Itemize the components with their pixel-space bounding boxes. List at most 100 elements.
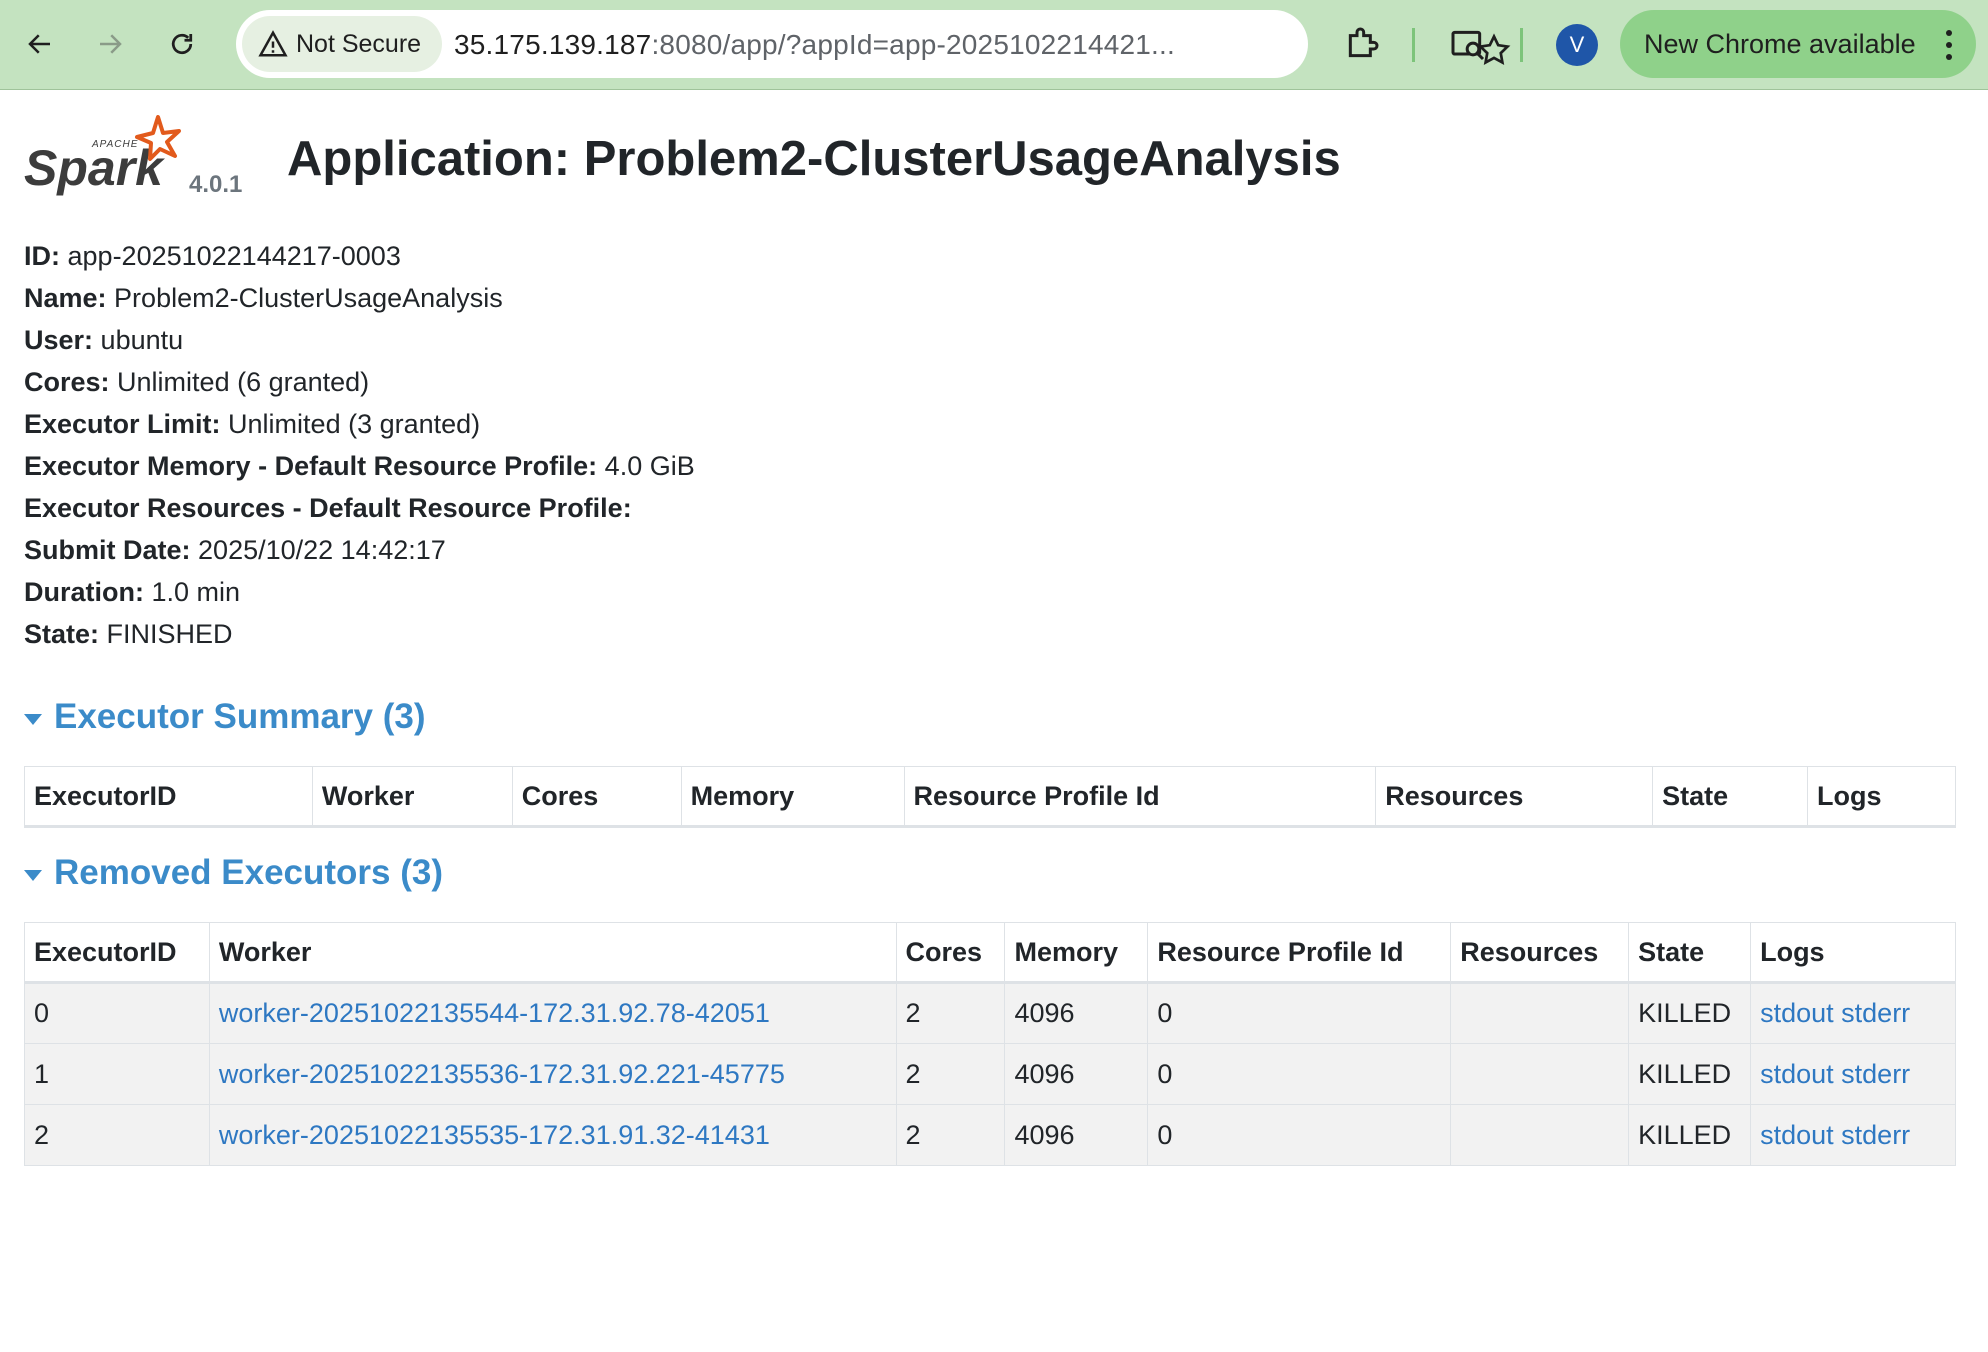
- url-text: 35.175.139.187:8080/app/?appId=app-20251…: [454, 29, 1175, 61]
- column-header-resource-profile-id[interactable]: Resource Profile Id: [1147, 922, 1452, 984]
- table-row: 1 worker-20251022135536-172.31.92.221-45…: [24, 1043, 1956, 1105]
- resource-profile-cell: 0: [1147, 982, 1452, 1044]
- info-item-user: User: ubuntu: [24, 319, 695, 361]
- cores-cell: 2: [895, 1043, 1006, 1105]
- column-header-cores[interactable]: Cores: [511, 766, 682, 828]
- back-arrow-icon: [28, 34, 50, 54]
- update-chrome-label: New Chrome available: [1644, 28, 1916, 59]
- info-item-name: Name: Problem2-ClusterUsageAnalysis: [24, 277, 695, 319]
- resources-cell: [1450, 1043, 1630, 1105]
- info-label: User:: [24, 325, 94, 355]
- executor-id-cell: 0: [24, 982, 210, 1044]
- more-menu-icon[interactable]: [1946, 30, 1954, 66]
- info-value: Problem2-ClusterUsageAnalysis: [114, 283, 503, 313]
- executor-id-cell: 1: [24, 1043, 210, 1105]
- resources-cell: [1450, 982, 1630, 1044]
- info-label: State:: [24, 619, 100, 649]
- info-item-state: State: FINISHED: [24, 613, 695, 655]
- column-header-state[interactable]: State: [1628, 922, 1752, 984]
- info-label: Executor Limit:: [24, 409, 221, 439]
- collapse-arrow-icon: [24, 869, 42, 881]
- column-header-executor-id[interactable]: ExecutorID: [24, 766, 313, 828]
- worker-cell: worker-20251022135536-172.31.92.221-4577…: [208, 1043, 897, 1105]
- info-label: Executor Resources - Default Resource Pr…: [24, 493, 632, 523]
- cores-cell: 2: [895, 1104, 1006, 1166]
- column-header-memory[interactable]: Memory: [1004, 922, 1149, 984]
- reload-icon: [171, 33, 193, 55]
- column-header-resources[interactable]: Resources: [1450, 922, 1630, 984]
- executor-summary-table: ExecutorID Worker Cores Memory Resource …: [24, 766, 1956, 828]
- column-header-worker[interactable]: Worker: [208, 922, 897, 984]
- info-label: Submit Date:: [24, 535, 191, 565]
- info-label: Executor Memory - Default Resource Profi…: [24, 451, 598, 481]
- column-header-resources[interactable]: Resources: [1375, 766, 1654, 828]
- state-cell: KILLED: [1628, 1104, 1752, 1166]
- worker-link[interactable]: worker-20251022135536-172.31.92.221-4577…: [219, 1059, 785, 1089]
- column-header-state[interactable]: State: [1652, 766, 1809, 828]
- removed-executors-title: Removed Executors (3): [54, 853, 444, 892]
- stdout-link[interactable]: stdout: [1760, 998, 1834, 1028]
- spark-logo-icon[interactable]: APACHE Spark: [22, 115, 182, 197]
- address-bar[interactable]: Not Secure 35.175.139.187:8080/app/?appI…: [236, 10, 1511, 78]
- info-item-executor-memory: Executor Memory - Default Resource Profi…: [24, 445, 695, 487]
- forward-button[interactable]: [82, 16, 138, 72]
- info-value: Unlimited (6 granted): [117, 367, 370, 397]
- info-value: FINISHED: [106, 619, 233, 649]
- info-value: 1.0 min: [151, 577, 241, 607]
- removed-executors-toggle[interactable]: Removed Executors (3): [24, 853, 443, 893]
- search-tabs-icon[interactable]: [1448, 24, 1488, 64]
- column-header-resource-profile-id[interactable]: Resource Profile Id: [903, 766, 1377, 828]
- logs-cell: stdout stderr: [1750, 982, 1956, 1044]
- column-header-worker[interactable]: Worker: [311, 766, 513, 828]
- toolbar-divider: [1520, 28, 1523, 62]
- info-value: app-20251022144217-0003: [67, 241, 401, 271]
- executor-summary-toggle[interactable]: Executor Summary (3): [24, 697, 426, 737]
- cores-cell: 2: [895, 982, 1006, 1044]
- info-item-cores: Cores: Unlimited (6 granted): [24, 361, 695, 403]
- info-value: Unlimited (3 granted): [228, 409, 481, 439]
- info-label: Name:: [24, 283, 107, 313]
- info-item-submit-date: Submit Date: 2025/10/22 14:42:17: [24, 529, 695, 571]
- stdout-link[interactable]: stdout: [1760, 1059, 1834, 1089]
- browser-toolbar: Not Secure 35.175.139.187:8080/app/?appI…: [0, 0, 1988, 90]
- memory-cell: 4096: [1004, 982, 1149, 1044]
- profile-avatar[interactable]: V: [1556, 24, 1598, 66]
- update-chrome-button[interactable]: New Chrome available: [1620, 10, 1976, 78]
- worker-link[interactable]: worker-20251022135535-172.31.91.32-41431: [219, 1120, 770, 1150]
- spark-app-page: APACHE Spark 4.0.1 Application: Problem2…: [0, 91, 1988, 1352]
- removed-executors-table: ExecutorID Worker Cores Memory Resource …: [24, 922, 1956, 1166]
- stdout-link[interactable]: stdout: [1760, 1120, 1834, 1150]
- info-value: 2025/10/22 14:42:17: [198, 535, 446, 565]
- stderr-link[interactable]: stderr: [1841, 998, 1910, 1028]
- info-label: Duration:: [24, 577, 144, 607]
- logs-cell: stdout stderr: [1750, 1104, 1956, 1166]
- url-path: :8080/app/?appId=app-2025102214421...: [651, 29, 1175, 60]
- info-item-duration: Duration: 1.0 min: [24, 571, 695, 613]
- executor-summary-title: Executor Summary (3): [54, 697, 426, 736]
- info-item-id: ID: app-20251022144217-0003: [24, 235, 695, 277]
- security-chip[interactable]: Not Secure: [242, 16, 442, 72]
- column-header-executor-id[interactable]: ExecutorID: [24, 922, 210, 984]
- extensions-puzzle-icon[interactable]: [1342, 24, 1382, 64]
- resources-cell: [1450, 1104, 1630, 1166]
- collapse-arrow-icon: [24, 713, 42, 725]
- reload-button[interactable]: [154, 16, 210, 72]
- table-header-row: ExecutorID Worker Cores Memory Resource …: [24, 922, 1956, 984]
- worker-cell: worker-20251022135535-172.31.91.32-41431: [208, 1104, 897, 1166]
- column-header-memory[interactable]: Memory: [680, 766, 905, 828]
- memory-cell: 4096: [1004, 1043, 1149, 1105]
- resource-profile-cell: 0: [1147, 1043, 1452, 1105]
- url-host: 35.175.139.187: [454, 29, 652, 60]
- stderr-link[interactable]: stderr: [1841, 1120, 1910, 1150]
- stderr-link[interactable]: stderr: [1841, 1059, 1910, 1089]
- column-header-logs[interactable]: Logs: [1807, 766, 1956, 828]
- column-header-logs[interactable]: Logs: [1750, 922, 1956, 984]
- info-label: Cores:: [24, 367, 110, 397]
- spark-version: 4.0.1: [189, 171, 243, 198]
- table-row: 0 worker-20251022135544-172.31.92.78-420…: [24, 982, 1956, 1044]
- column-header-cores[interactable]: Cores: [895, 922, 1006, 984]
- logo-text: Spark: [24, 140, 165, 196]
- back-button[interactable]: [12, 16, 68, 72]
- info-item-executor-resources: Executor Resources - Default Resource Pr…: [24, 487, 695, 529]
- worker-link[interactable]: worker-20251022135544-172.31.92.78-42051: [219, 998, 770, 1028]
